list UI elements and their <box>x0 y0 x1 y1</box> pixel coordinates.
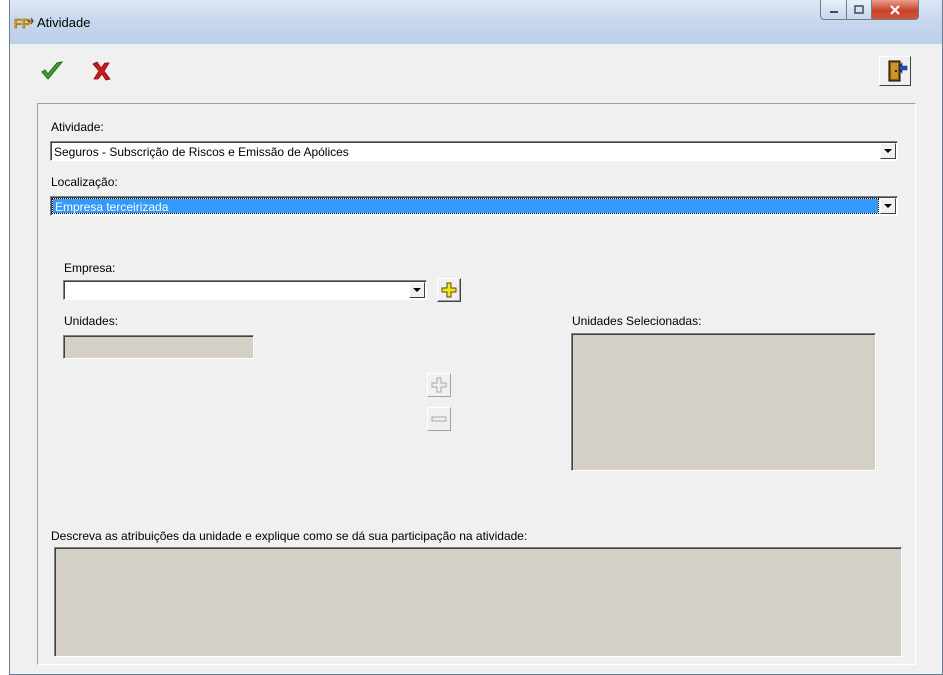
form-panel: Atividade: Seguros - Subscrição de Risco… <box>37 103 916 665</box>
minus-icon <box>431 416 447 422</box>
cancel-button[interactable] <box>86 56 116 86</box>
toolbar <box>10 44 942 96</box>
minimize-button[interactable] <box>820 0 847 20</box>
atividade-value: Seguros - Subscrição de Riscos e Emissão… <box>54 145 349 159</box>
empresa-label: Empresa: <box>64 261 116 275</box>
confirm-button[interactable] <box>37 56 67 86</box>
add-unidade-button[interactable] <box>427 373 451 397</box>
atividade-dropdown-button[interactable] <box>880 143 896 159</box>
plus-icon <box>441 282 457 298</box>
maximize-button[interactable] <box>846 0 872 20</box>
fp-app-icon: FP <box>14 16 34 31</box>
plus-icon <box>431 377 447 393</box>
add-empresa-button[interactable] <box>437 278 461 302</box>
green-check-icon <box>41 61 64 80</box>
localizacao-selection: Empresa terceirizada <box>52 198 879 214</box>
minimize-icon <box>829 10 838 13</box>
remove-unidade-button[interactable] <box>427 407 451 431</box>
localizacao-label: Localização: <box>51 175 118 189</box>
unidades-selecionadas-label: Unidades Selecionadas: <box>572 314 702 328</box>
dialog-window: FP Atividade Atividade: Seguros - Subscr… <box>9 0 943 675</box>
atividade-select[interactable]: Seguros - Subscrição de Riscos e Emissão… <box>50 141 898 161</box>
unidades-selecionadas-list[interactable] <box>571 333 876 471</box>
window-title: Atividade <box>37 15 91 30</box>
title-bar[interactable]: FP Atividade <box>10 0 942 44</box>
descricao-textarea[interactable] <box>54 547 902 657</box>
empresa-dropdown-button[interactable] <box>409 282 425 298</box>
localizacao-select[interactable]: Empresa terceirizada <box>50 196 898 216</box>
unidades-label: Unidades: <box>64 314 119 328</box>
maximize-icon <box>854 4 864 14</box>
descricao-label: Descreva as atribuições da unidade e exp… <box>51 529 528 543</box>
chevron-down-icon <box>413 288 421 292</box>
exit-button[interactable] <box>879 56 911 86</box>
unidades-list[interactable] <box>63 335 254 359</box>
localizacao-value: Empresa terceirizada <box>55 200 169 214</box>
chevron-down-icon <box>884 204 892 208</box>
localizacao-dropdown-button[interactable] <box>880 198 896 214</box>
exit-door-icon <box>888 60 908 82</box>
red-x-icon <box>92 61 111 81</box>
chevron-down-icon <box>884 149 892 153</box>
empresa-select[interactable] <box>63 280 427 300</box>
svg-text:FP: FP <box>14 16 31 31</box>
close-icon <box>890 4 900 15</box>
atividade-label: Atividade: <box>51 120 104 134</box>
close-button[interactable] <box>871 0 919 20</box>
